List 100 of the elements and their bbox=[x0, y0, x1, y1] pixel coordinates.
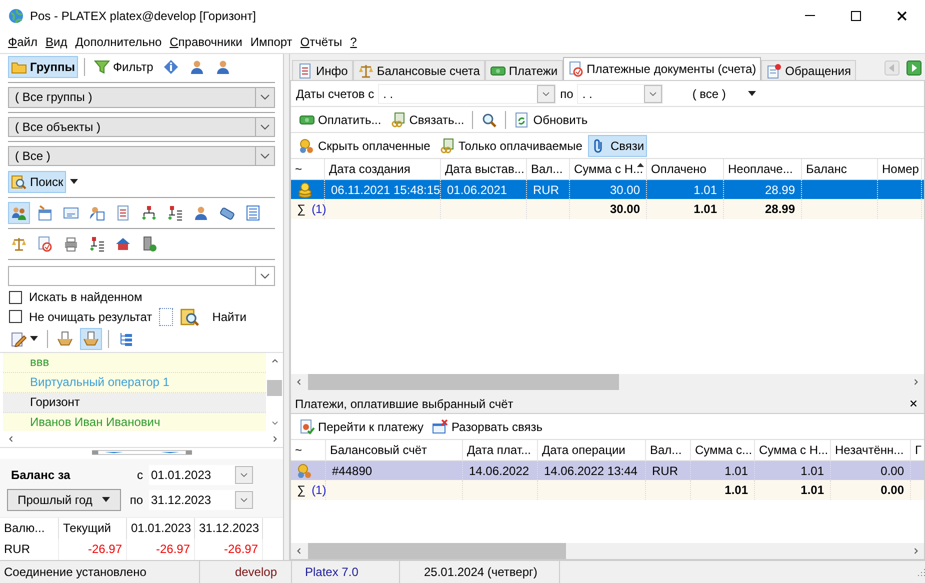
column-header[interactable]: Дата выстав... bbox=[441, 159, 527, 179]
house-icon bbox=[115, 236, 131, 252]
toolbar-button[interactable]: Разорвать связь bbox=[429, 416, 546, 438]
toolbar-button[interactable]: Связи bbox=[588, 134, 648, 156]
status-text: Соединение установлено bbox=[0, 561, 200, 583]
list-item[interactable]: Иванов Иван Иванович bbox=[3, 412, 266, 431]
column-header[interactable]: Оплачено bbox=[647, 159, 724, 179]
total-cell: 28.99 bbox=[764, 202, 795, 216]
horizontal-scrollbar[interactable] bbox=[291, 543, 924, 559]
toolbar-button[interactable]: Оплатить... bbox=[296, 108, 384, 130]
splitter-handle[interactable] bbox=[92, 448, 192, 457]
tab[interactable]: Платежные документы (счета) bbox=[562, 57, 762, 80]
toolbar-button[interactable]: Только оплачиваемые bbox=[436, 134, 586, 156]
status-dropdown[interactable]: ( все ) bbox=[691, 86, 757, 102]
date-label: с bbox=[136, 468, 143, 482]
tab[interactable]: Инфо bbox=[292, 60, 353, 80]
menu-item[interactable]: Отчёты bbox=[296, 35, 346, 49]
caret-icon bbox=[30, 336, 38, 342]
date-field[interactable]: 01.01.2023 bbox=[149, 464, 253, 485]
column-header[interactable]: Незачтённ... bbox=[831, 440, 911, 460]
window-cross-icon bbox=[432, 418, 448, 434]
column-header[interactable]: Валю... bbox=[0, 518, 59, 539]
column-header[interactable]: Дата операции bbox=[538, 440, 646, 460]
coin-stack-icon bbox=[297, 182, 313, 198]
magnifier-icon bbox=[481, 112, 498, 128]
date-field[interactable]: . . bbox=[378, 84, 556, 104]
toolbar-button[interactable]: Связать... bbox=[387, 108, 468, 130]
column-header[interactable]: Вал... bbox=[527, 159, 570, 179]
toolbar-button[interactable]: Группы bbox=[8, 56, 78, 78]
toolbar-button[interactable]: Фильтр bbox=[90, 56, 156, 78]
menu-item[interactable]: Дополнительно bbox=[71, 35, 166, 49]
column-header[interactable]: Сумма с Н... bbox=[570, 159, 647, 179]
horizontal-scrollbar[interactable] bbox=[291, 374, 924, 390]
period-dropdown[interactable]: Прошлый год bbox=[7, 488, 121, 511]
toolbar-button[interactable]: Скрыть оплаченные bbox=[296, 134, 434, 156]
search-field[interactable] bbox=[8, 266, 275, 286]
table-row[interactable]: #44890 14.06.2022 14.06.2022 13:44 RUR 1.01 1.01 0.00 bbox=[291, 461, 924, 480]
date-label: по bbox=[128, 492, 143, 507]
date-field[interactable]: 31.12.2023 bbox=[149, 490, 253, 510]
caret-icon bbox=[102, 497, 110, 502]
filter-dropdown[interactable]: ( Все ) bbox=[8, 146, 275, 166]
column-header[interactable]: Неоплаче... bbox=[724, 159, 802, 179]
toolbar-button[interactable]: Перейти к платежу bbox=[296, 416, 426, 438]
balance-label: Баланс за bbox=[10, 468, 72, 482]
tab[interactable]: Обращения bbox=[761, 60, 856, 80]
toolbar-button[interactable]: Обновить bbox=[511, 108, 591, 130]
list-item[interactable]: ввв bbox=[3, 352, 266, 373]
column-header[interactable]: Дата плат... bbox=[463, 440, 538, 460]
scroll-thumb[interactable] bbox=[308, 543, 566, 559]
column-header[interactable]: Вал... bbox=[646, 440, 691, 460]
status-text: develop bbox=[200, 561, 292, 583]
column-header[interactable]: Г bbox=[911, 440, 924, 460]
filter-dropdown[interactable]: ( Все группы ) bbox=[8, 87, 275, 108]
total-cell: 1.01 bbox=[694, 202, 717, 216]
tab[interactable]: Платежи bbox=[484, 60, 563, 80]
scroll-thumb[interactable] bbox=[267, 380, 282, 396]
column-header[interactable]: Баланс bbox=[802, 159, 878, 179]
window-title: Pos - PLATEX platex@develop [Горизонт] bbox=[30, 8, 256, 22]
next-tab-button[interactable] bbox=[905, 59, 923, 77]
date-field[interactable]: . . bbox=[577, 84, 664, 104]
people-button[interactable] bbox=[8, 202, 30, 224]
column-header[interactable]: ~ bbox=[291, 159, 325, 179]
column-header[interactable]: Дата создания bbox=[325, 159, 441, 179]
grip-icon bbox=[918, 568, 925, 576]
column-header[interactable]: 31.12.2023 bbox=[195, 518, 263, 539]
document-chain-icon bbox=[390, 112, 406, 128]
scroll-thumb[interactable] bbox=[308, 374, 620, 390]
menu-item[interactable]: Файл bbox=[4, 35, 42, 49]
filter-dropdown[interactable]: ( Все объекты ) bbox=[8, 116, 275, 137]
menu-item[interactable]: Импорт bbox=[246, 35, 296, 49]
column-header[interactable]: 01.01.2023 bbox=[127, 518, 195, 539]
column-header[interactable]: Балансовый счёт bbox=[326, 440, 463, 460]
list-item[interactable]: Горизонт bbox=[3, 392, 266, 413]
sum-sign: ∑ bbox=[297, 202, 306, 216]
menu-item[interactable]: ? bbox=[346, 35, 361, 49]
sum-sign: ∑ bbox=[297, 483, 306, 497]
table-row[interactable]: 06.11.2021 15:48:15 01.06.2021 RUR 30.00 1.01 28.99 bbox=[291, 180, 924, 199]
menu-item[interactable]: Вид bbox=[42, 35, 72, 49]
find-button[interactable]: Найти bbox=[207, 308, 252, 325]
column-header[interactable]: Сумма с Н... bbox=[755, 440, 831, 460]
person-card-icon bbox=[89, 204, 105, 221]
checkbox-label: Не очищать результат bbox=[29, 310, 152, 324]
folder-magnifier-icon bbox=[11, 174, 27, 190]
archive-button[interactable] bbox=[80, 328, 102, 350]
table-cell: 0.00 bbox=[880, 464, 904, 478]
column-header[interactable]: Сумма с... bbox=[691, 440, 755, 460]
checkbox[interactable] bbox=[9, 310, 22, 324]
archive-icon bbox=[57, 330, 73, 347]
search-button[interactable]: Поиск bbox=[8, 170, 66, 192]
column-header[interactable]: Текущий bbox=[59, 518, 127, 539]
column-header[interactable]: ~ bbox=[291, 440, 326, 460]
checkbox[interactable] bbox=[9, 290, 22, 304]
minimize-icon bbox=[805, 15, 815, 16]
tab[interactable]: Балансовые счета bbox=[352, 60, 485, 80]
column-header[interactable]: Номер bbox=[878, 159, 922, 179]
coins-icon bbox=[299, 138, 315, 154]
menu-item[interactable]: Справочники bbox=[166, 35, 246, 49]
printer-icon bbox=[63, 236, 79, 252]
caret-icon bbox=[748, 91, 756, 96]
status-text: Platex 7.0 bbox=[292, 561, 400, 583]
